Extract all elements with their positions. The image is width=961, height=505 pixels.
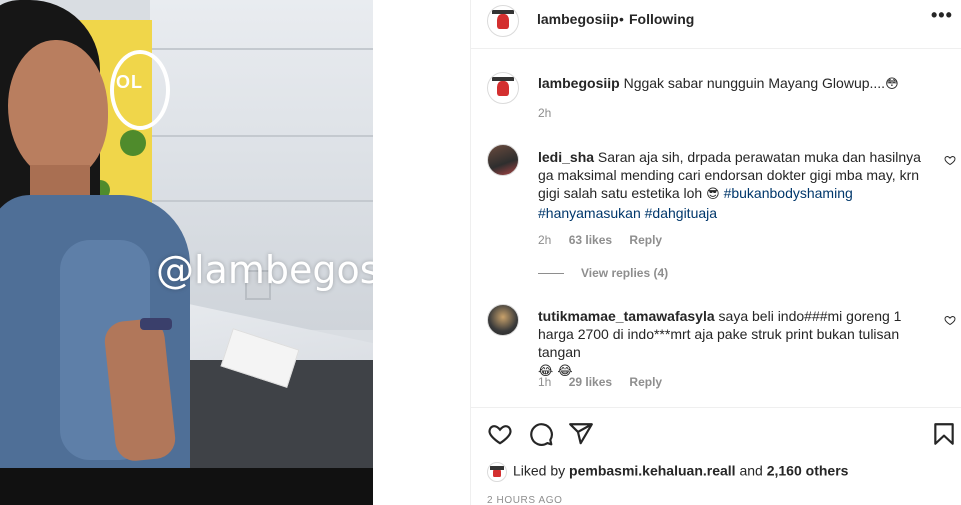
header-separator: • [619,11,624,27]
caption-meta: 2h [538,106,565,120]
comment-like-heart-icon[interactable] [944,314,956,326]
poster-text: OL [116,72,143,92]
comment-reply-button[interactable]: Reply [629,375,662,389]
post-panel: lambegosiip • Following ••• lambegosiip … [470,0,961,505]
liked-by-others[interactable]: 2,160 others [767,463,849,479]
caption-text-block: lambegosiip Nggak sabar nungguin Mayang … [538,74,928,94]
media-watermark: @lambegosiip [156,248,373,292]
liked-by-username[interactable]: pembasmi.kehaluan.reall [569,463,736,479]
comment-time[interactable]: 2h [538,233,551,247]
comment-meta: 1h 29 likes Reply [538,375,676,389]
poster-germ [120,130,146,156]
comment-time[interactable]: 1h [538,375,551,389]
heart-icon[interactable] [487,421,513,447]
following-button[interactable]: Following [629,11,694,27]
comment-icon[interactable] [528,421,554,447]
commenter-avatar[interactable] [487,304,519,336]
liker-avatar[interactable] [487,462,507,482]
comment-reply-button[interactable]: Reply [629,233,662,247]
comment-likes[interactable]: 63 likes [569,233,612,247]
hashtag-link[interactable]: #hanyamasukan [538,205,641,221]
post-header: lambegosiip • Following ••• [471,0,961,49]
bookmark-icon[interactable] [931,421,957,447]
author-username[interactable]: lambegosiip [537,11,619,27]
comment-username[interactable]: ledi_sha [538,149,594,165]
comment-like-heart-icon[interactable] [944,154,956,166]
post-media[interactable]: OL @lambegosiip [0,0,373,505]
paper-plane-icon[interactable] [568,421,594,447]
wall-seam [150,200,373,202]
hashtag-link[interactable]: #bukanbodyshaming [724,185,853,201]
wristwatch [140,318,172,330]
caption-time[interactable]: 2h [538,106,551,120]
caption-avatar[interactable] [487,72,519,104]
liked-by-prefix: Liked by [513,462,566,479]
hashtag-link[interactable]: #dahgituaja [645,205,717,221]
post-actions: Liked by pembasmi.kehaluan.reall and 2,1… [471,407,961,505]
post-timestamp[interactable]: 2 HOURS AGO [487,495,563,505]
comment-text-block: tutikmamae_tamawafasyla saya beli indo##… [538,307,928,381]
liked-by-and: and [739,462,763,479]
wall-seam [150,135,373,137]
comment-meta: 2h 63 likes Reply [538,233,676,247]
author-avatar[interactable] [487,5,519,37]
commenter-avatar[interactable] [487,144,519,176]
view-replies-button[interactable]: View replies (4) [581,266,668,280]
view-replies-line [538,273,564,274]
more-options-icon[interactable]: ••• [931,5,953,26]
comment-text-block: ledi_sha Saran aja sih, drpada perawatan… [538,148,928,222]
caption-text: Nggak sabar nungguin Mayang Glowup.... [623,75,886,91]
wall-seam [150,48,373,50]
flushed-face-emoji: 😳 [885,77,899,92]
comment-likes[interactable]: 29 likes [569,375,612,389]
sunglasses-emoji: 😎 [706,187,720,202]
likes-summary: Liked by pembasmi.kehaluan.reall and 2,1… [487,462,848,482]
comment-username[interactable]: tutikmamae_tamawafasyla [538,308,715,324]
caption-username[interactable]: lambegosiip [538,75,620,91]
media-letterbox [0,468,373,505]
